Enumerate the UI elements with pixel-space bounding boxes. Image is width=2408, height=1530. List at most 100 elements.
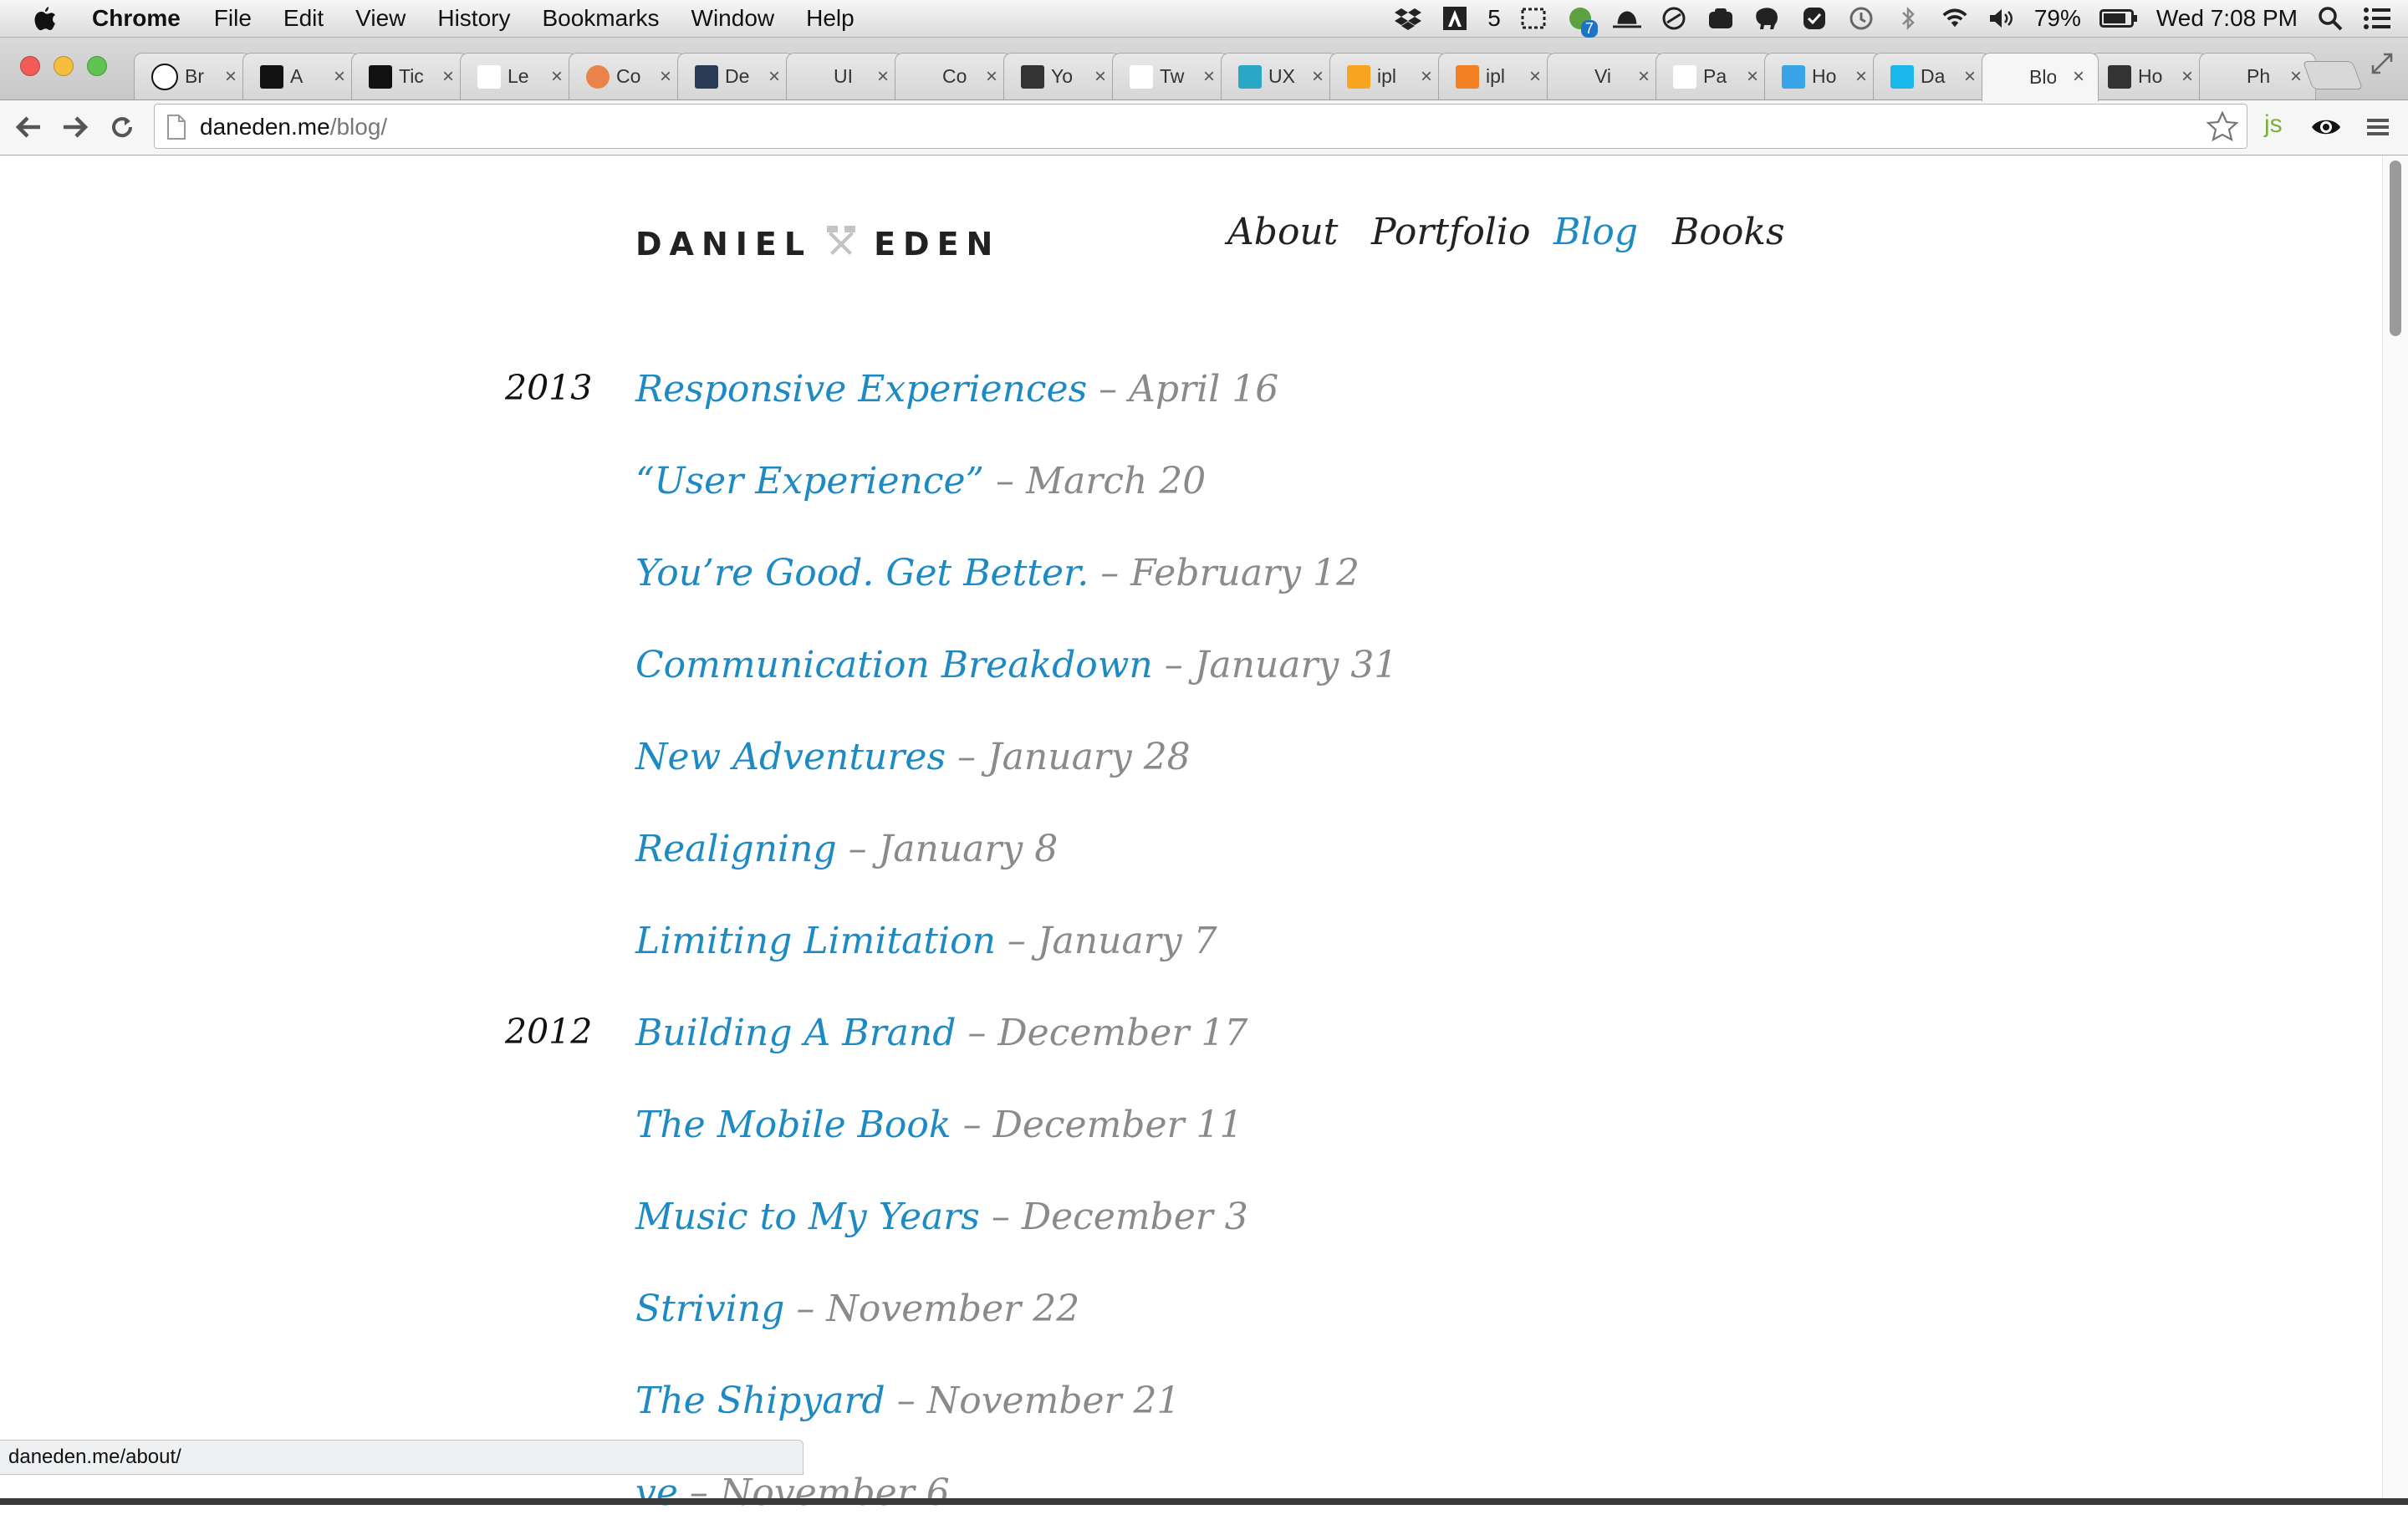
forward-button[interactable] xyxy=(59,110,92,144)
post-title-link[interactable]: Communication Breakdown xyxy=(635,644,1153,686)
tab[interactable]: ipl × xyxy=(1438,53,1555,99)
history-menu[interactable]: History xyxy=(437,5,510,32)
address-bar[interactable]: daneden.me/blog/ xyxy=(154,104,2247,149)
screen-capture-icon[interactable] xyxy=(1519,4,1548,33)
tab-close-icon[interactable]: × xyxy=(1094,65,1106,89)
tab-close-icon[interactable]: × xyxy=(551,65,563,89)
chrome-menu-icon[interactable] xyxy=(2361,110,2395,144)
tab[interactable]: De × xyxy=(677,53,794,99)
app-menu[interactable]: Chrome xyxy=(92,5,181,32)
tab-close-icon[interactable]: × xyxy=(225,65,237,89)
time-machine-icon[interactable] xyxy=(1847,4,1875,33)
post-title-link[interactable]: You’re Good. Get Better. xyxy=(635,552,1089,594)
tab[interactable]: Co × xyxy=(569,53,686,99)
spotlight-search-icon[interactable] xyxy=(2316,4,2344,33)
tab[interactable]: Le × xyxy=(460,53,577,99)
eye-extension-icon[interactable] xyxy=(2309,110,2343,144)
tab-close-icon[interactable]: × xyxy=(1638,65,1650,89)
vertical-scrollbar[interactable] xyxy=(2382,156,2408,1505)
battery-icon[interactable] xyxy=(2099,4,2138,33)
post-title-link[interactable]: ve xyxy=(635,1471,678,1514)
post-title-link[interactable]: New Adventures xyxy=(635,736,946,778)
tab[interactable]: Ho × xyxy=(2090,53,2207,99)
tab-active[interactable]: Blo × xyxy=(1982,53,2099,101)
nav-about-link[interactable]: About xyxy=(1227,211,1338,253)
tab[interactable]: Yo × xyxy=(1003,53,1120,99)
tab[interactable]: Vi × xyxy=(1547,53,1664,99)
tab[interactable]: UI × xyxy=(786,53,903,99)
post-title-link[interactable]: The Mobile Book xyxy=(635,1104,951,1146)
tab-title: Co xyxy=(616,65,641,87)
bowler-hat-icon[interactable] xyxy=(1612,4,1641,33)
scrollbar-thumb[interactable] xyxy=(2390,161,2401,336)
tab-close-icon[interactable]: × xyxy=(660,65,671,89)
post-title-link[interactable]: Building A Brand xyxy=(635,1012,956,1054)
tab[interactable]: ipl × xyxy=(1329,53,1446,99)
post-title-link[interactable]: Music to My Years xyxy=(635,1196,980,1238)
tab-close-icon[interactable]: × xyxy=(1203,65,1215,89)
bluetooth-icon[interactable] xyxy=(1894,4,1922,33)
tab[interactable]: Da × xyxy=(1873,53,1990,99)
nav-books-link[interactable]: Books xyxy=(1672,211,1785,253)
file-menu[interactable]: File xyxy=(214,5,252,32)
zoom-window-button[interactable] xyxy=(87,56,107,76)
edit-menu[interactable]: Edit xyxy=(283,5,324,32)
tab[interactable]: Ph × xyxy=(2199,53,2316,99)
volume-icon[interactable] xyxy=(1987,4,2016,33)
tab-close-icon[interactable]: × xyxy=(2181,65,2193,89)
tab-close-icon[interactable]: × xyxy=(986,65,997,89)
tab-close-icon[interactable]: × xyxy=(768,65,780,89)
menubar-clock[interactable]: Wed 7:08 PM xyxy=(2156,5,2298,32)
new-tab-button[interactable] xyxy=(2302,61,2364,89)
dropbox-icon[interactable] xyxy=(1394,4,1422,33)
close-window-button[interactable] xyxy=(20,56,40,76)
tab-close-icon[interactable]: × xyxy=(334,65,345,89)
tab[interactable]: Pa × xyxy=(1656,53,1773,99)
tab-close-icon[interactable]: × xyxy=(1855,65,1867,89)
tab[interactable]: UX × xyxy=(1221,53,1338,99)
post-title-link[interactable]: Striving xyxy=(635,1288,784,1330)
tab[interactable]: Tw × xyxy=(1112,53,1229,99)
nav-blog-link[interactable]: Blog xyxy=(1553,211,1638,253)
tab-close-icon[interactable]: × xyxy=(1747,65,1758,89)
fullscreen-icon[interactable] xyxy=(2370,51,2395,80)
tab[interactable]: Tic × xyxy=(351,53,468,99)
reload-button[interactable] xyxy=(105,110,139,144)
bookmarks-menu[interactable]: Bookmarks xyxy=(542,5,659,32)
window-menu[interactable]: Window xyxy=(691,5,775,32)
evernote-icon[interactable]: 7 xyxy=(1566,4,1598,38)
tab[interactable]: Br × xyxy=(134,53,251,99)
wifi-icon[interactable] xyxy=(1941,4,1969,33)
minimize-window-button[interactable] xyxy=(54,56,74,76)
help-menu[interactable]: Help xyxy=(806,5,855,32)
tab-close-icon[interactable]: × xyxy=(1421,65,1432,89)
post-title-link[interactable]: The Shipyard xyxy=(635,1380,885,1422)
tab[interactable]: Ho × xyxy=(1764,53,1881,99)
bookmark-star-icon[interactable] xyxy=(2206,110,2239,145)
cloudapp-icon[interactable] xyxy=(1707,4,1735,33)
tab-close-icon[interactable]: × xyxy=(1529,65,1541,89)
tab-close-icon[interactable]: × xyxy=(877,65,889,89)
elephant-icon[interactable] xyxy=(1753,4,1782,33)
tab[interactable]: Co × xyxy=(895,53,1012,99)
tab-close-icon[interactable]: × xyxy=(442,65,454,89)
tab-close-icon[interactable]: × xyxy=(1964,65,1976,89)
post-title-link[interactable]: Realigning xyxy=(635,828,837,870)
js-extension-button[interactable]: js xyxy=(2264,110,2283,139)
site-logo[interactable]: DANIEL EDEN xyxy=(635,224,1000,263)
tab-close-icon[interactable]: × xyxy=(2290,65,2302,89)
post-title-link[interactable]: “User Experience” xyxy=(635,460,984,502)
tab-close-icon[interactable]: × xyxy=(1312,65,1324,89)
notification-center-icon[interactable] xyxy=(2363,4,2391,33)
back-button[interactable] xyxy=(12,110,45,144)
tab[interactable]: A × xyxy=(242,53,360,99)
apple-menu-icon[interactable] xyxy=(27,1,62,36)
post-title-link[interactable]: Limiting Limitation xyxy=(635,920,996,962)
post-title-link[interactable]: Responsive Experiences xyxy=(635,368,1087,411)
tab-close-icon[interactable]: × xyxy=(2073,65,2084,89)
view-menu[interactable]: View xyxy=(355,5,406,32)
nav-portfolio-link[interactable]: Portfolio xyxy=(1371,211,1530,253)
checkbox-app-icon[interactable] xyxy=(1800,4,1829,33)
adobe-icon[interactable] xyxy=(1441,4,1469,33)
do-not-disturb-icon[interactable] xyxy=(1660,4,1688,33)
